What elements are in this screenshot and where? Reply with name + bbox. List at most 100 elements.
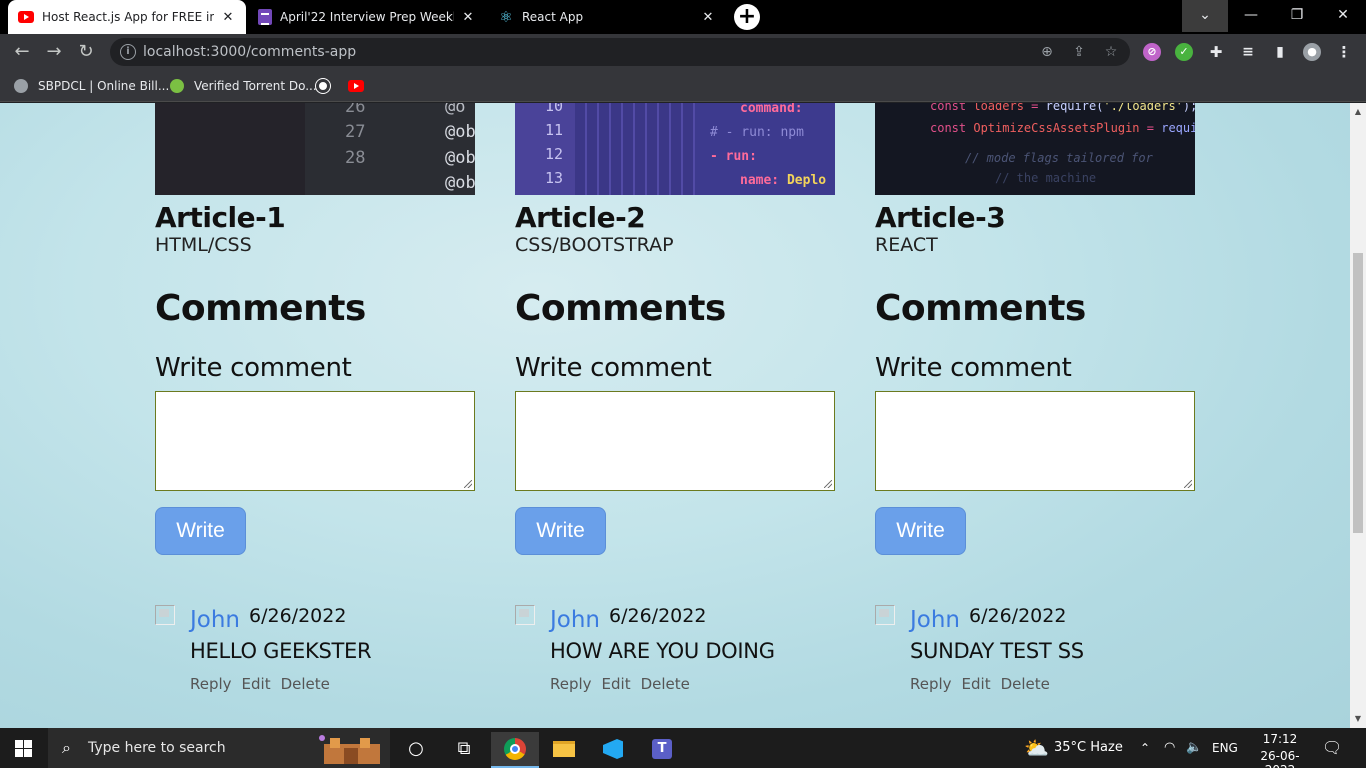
- scroll-up-icon[interactable]: ▲: [1353, 107, 1363, 117]
- bookmark-sbpdcl[interactable]: SBPDCL | Online Bill...: [14, 77, 169, 95]
- bookmark-star-icon[interactable]: ☆: [1102, 43, 1120, 61]
- zoom-icon[interactable]: ⊕: [1038, 43, 1056, 61]
- scroll-thumb[interactable]: [1353, 253, 1363, 533]
- search-placeholder: Type here to search: [88, 740, 226, 756]
- new-tab-button[interactable]: +: [734, 4, 760, 30]
- comment-actions: Reply Edit Delete: [910, 675, 1050, 693]
- tab-title: React App: [522, 10, 584, 24]
- bookmarks-bar: SBPDCL | Online Bill... Verified Torrent…: [0, 71, 1366, 102]
- reply-link[interactable]: Reply: [910, 675, 952, 693]
- edit-link[interactable]: Edit: [602, 675, 631, 693]
- teams-icon[interactable]: T: [638, 732, 686, 768]
- article-card-1: 26 27 28 @o @ob @ob @ob Article-1 HTML/C…: [155, 103, 475, 695]
- comment-text: HOW ARE YOU DOING: [550, 639, 775, 663]
- clock-time: 17:12: [1262, 732, 1298, 746]
- forward-icon[interactable]: →: [42, 40, 66, 64]
- comment-text: HELLO GEEKSTER: [190, 639, 372, 663]
- write-button[interactable]: Write: [875, 507, 966, 555]
- chrome-icon[interactable]: [491, 732, 539, 768]
- media-queue-icon[interactable]: ≡: [1239, 43, 1257, 61]
- extension-grammarly-icon[interactable]: ✓: [1175, 43, 1193, 61]
- file-explorer-icon[interactable]: [540, 732, 588, 768]
- edit-link[interactable]: Edit: [242, 675, 271, 693]
- bookmark-torrent[interactable]: Verified Torrent Do...: [170, 77, 317, 95]
- comment-date: 6/26/2022: [609, 605, 707, 627]
- write-comment-label: Write comment: [875, 353, 1072, 383]
- bookmark-github[interactable]: [316, 77, 340, 95]
- notifications-icon[interactable]: 🗨: [1322, 728, 1342, 768]
- tab-forms[interactable]: April'22 Interview Prep Weekly Te ✕: [248, 0, 486, 34]
- article-topic: REACT: [875, 234, 938, 256]
- react-icon: ⚛: [499, 8, 513, 26]
- close-icon[interactable]: ✕: [700, 10, 716, 25]
- extensions-puzzle-icon[interactable]: ✚: [1207, 43, 1225, 61]
- cortana-icon[interactable]: ○: [392, 732, 440, 768]
- article-card-2: 10 11 12 13 command: # - run: npm - run:…: [515, 103, 835, 695]
- comment-item: John 6/26/2022 HOW ARE YOU DOING Reply E…: [515, 605, 835, 695]
- clock-date: 26-06-2022: [1260, 749, 1300, 768]
- weather-icon[interactable]: ⛅: [1024, 728, 1049, 768]
- close-window-icon[interactable]: ✕: [1320, 0, 1366, 32]
- vscode-icon[interactable]: [589, 732, 637, 768]
- delete-link[interactable]: Delete: [281, 675, 330, 693]
- comment-date: 6/26/2022: [969, 605, 1067, 627]
- menu-kebab-icon[interactable]: ⋮: [1335, 43, 1353, 61]
- tab-react-app[interactable]: ⚛ React App ✕: [488, 0, 726, 34]
- tab-youtube[interactable]: Host React.js App for FREE in 5 m ✕: [8, 0, 246, 34]
- globe-icon: [14, 79, 28, 93]
- avatar: [875, 605, 895, 625]
- reply-link[interactable]: Reply: [190, 675, 232, 693]
- share-icon[interactable]: ⇪: [1070, 43, 1088, 61]
- extension-block-icon[interactable]: ⊘: [1143, 43, 1161, 61]
- restore-icon[interactable]: ❐: [1274, 0, 1320, 32]
- reload-icon[interactable]: ↻: [74, 40, 98, 64]
- article-title: Article-3: [875, 201, 1006, 234]
- browser-toolbar: ← → ↻ i localhost:3000/comments-app ⊕ ⇪ …: [0, 34, 1366, 71]
- article-image: const loaders = require('./loaders'); co…: [875, 103, 1195, 195]
- comment-textarea[interactable]: [875, 391, 1195, 491]
- comment-textarea[interactable]: [155, 391, 475, 491]
- utorrent-icon: [170, 79, 184, 93]
- edit-link[interactable]: Edit: [962, 675, 991, 693]
- search-icon: ⌕: [62, 738, 71, 757]
- profile-avatar[interactable]: ●: [1303, 43, 1321, 61]
- side-panel-icon[interactable]: ▮: [1271, 43, 1289, 61]
- close-icon[interactable]: ✕: [220, 10, 236, 25]
- comment-textarea[interactable]: [515, 391, 835, 491]
- write-button[interactable]: Write: [515, 507, 606, 555]
- comment-username: John: [190, 607, 241, 633]
- minimize-icon[interactable]: —: [1228, 0, 1274, 32]
- avatar: [515, 605, 535, 625]
- tab-strip: Host React.js App for FREE in 5 m ✕ Apri…: [0, 0, 1366, 34]
- weather-text[interactable]: 35°C Haze: [1054, 728, 1123, 768]
- bookmark-label: SBPDCL | Online Bill...: [38, 79, 170, 93]
- comments-heading: Comments: [155, 288, 366, 329]
- bookmark-youtube[interactable]: [348, 77, 364, 95]
- windows-start-icon[interactable]: [15, 740, 32, 757]
- wifi-icon[interactable]: ◠: [1164, 728, 1175, 768]
- scroll-down-icon[interactable]: ▼: [1353, 714, 1363, 724]
- write-button[interactable]: Write: [155, 507, 246, 555]
- page-scrollbar[interactable]: ▲ ▼: [1350, 103, 1366, 728]
- site-info-icon[interactable]: i: [120, 44, 136, 60]
- volume-icon[interactable]: 🔈: [1186, 728, 1202, 768]
- article-card-3: const loaders = require('./loaders'); co…: [875, 103, 1195, 695]
- delete-link[interactable]: Delete: [1001, 675, 1050, 693]
- taskbar: ⌕ Type here to search ○ ⧉ T ⛅ 35°C Haze …: [0, 728, 1366, 768]
- back-icon[interactable]: ←: [10, 40, 34, 64]
- comment-item: John 6/26/2022 HELLO GEEKSTER Reply Edit…: [155, 605, 475, 695]
- write-comment-label: Write comment: [515, 353, 712, 383]
- comment-date: 6/26/2022: [249, 605, 347, 627]
- address-bar[interactable]: i localhost:3000/comments-app ⊕ ⇪ ☆: [110, 38, 1130, 66]
- tray-chevron-icon[interactable]: ⌃: [1140, 728, 1150, 768]
- taskbar-search[interactable]: ⌕ Type here to search: [48, 728, 390, 768]
- task-view-icon[interactable]: ⧉: [440, 732, 488, 768]
- reply-link[interactable]: Reply: [550, 675, 592, 693]
- clock[interactable]: 17:12 26-06-2022: [1252, 728, 1308, 768]
- article-topic: CSS/BOOTSTRAP: [515, 234, 674, 256]
- tab-search-icon[interactable]: ⌄: [1182, 0, 1228, 32]
- language-indicator[interactable]: ENG: [1212, 728, 1238, 768]
- forms-icon: [258, 9, 272, 25]
- close-icon[interactable]: ✕: [460, 10, 476, 25]
- delete-link[interactable]: Delete: [641, 675, 690, 693]
